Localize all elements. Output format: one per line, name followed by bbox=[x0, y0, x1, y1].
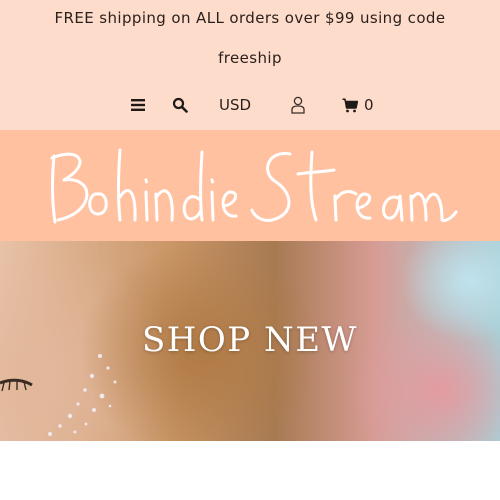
promo-text-line-1: FREE shipping on ALL orders over $99 usi… bbox=[54, 9, 446, 27]
promo-code-text: freeship bbox=[218, 49, 282, 67]
glitter-decoration bbox=[48, 354, 117, 436]
currency-selector[interactable]: USD bbox=[219, 92, 251, 118]
account-button[interactable] bbox=[290, 92, 306, 118]
hero-banner[interactable]: SHOP NEW bbox=[0, 241, 500, 441]
menu-button[interactable] bbox=[130, 92, 146, 118]
logo-banner bbox=[0, 130, 500, 241]
user-icon bbox=[291, 96, 305, 114]
search-button[interactable] bbox=[172, 92, 188, 118]
search-icon bbox=[172, 97, 188, 113]
header-nav: USD 0 bbox=[0, 92, 500, 118]
cart-count: 0 bbox=[364, 96, 374, 114]
cart-button[interactable]: 0 bbox=[342, 92, 374, 118]
page-content-area bbox=[0, 441, 500, 500]
announcement-bar: FREE shipping on ALL orders over $99 usi… bbox=[0, 0, 500, 130]
bohindie-stream-logo[interactable] bbox=[40, 142, 460, 230]
cart-icon bbox=[342, 98, 358, 112]
hamburger-menu-icon bbox=[131, 99, 145, 111]
shop-new-link[interactable]: SHOP NEW bbox=[0, 320, 500, 360]
